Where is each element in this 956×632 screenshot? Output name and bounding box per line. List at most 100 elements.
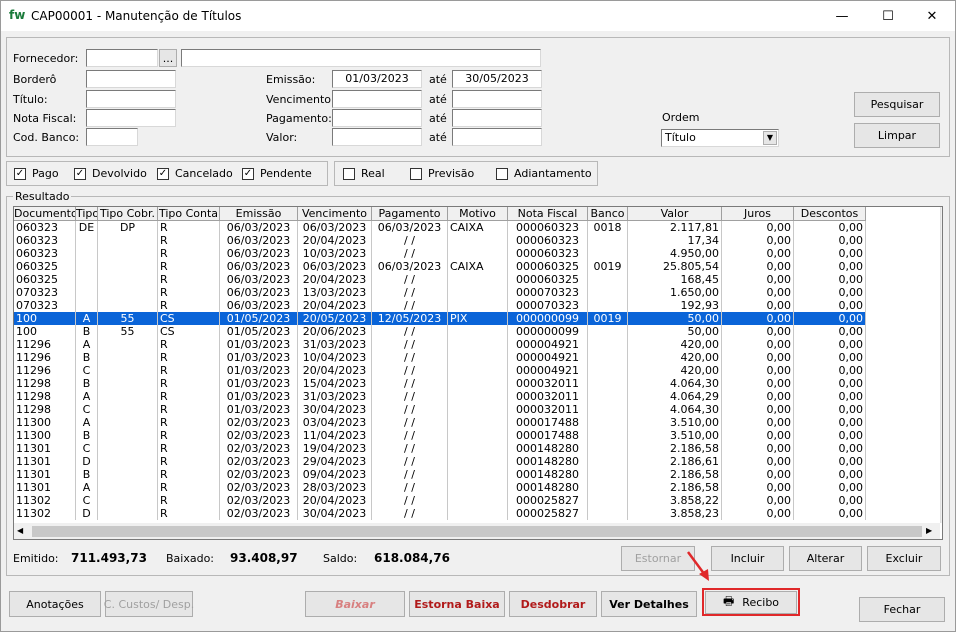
- column-header[interactable]: Motivo: [448, 207, 508, 221]
- valor-to-input[interactable]: [452, 128, 542, 146]
- check-cancelado[interactable]: ✓ Cancelado: [157, 167, 233, 180]
- table-cell: 11301: [14, 468, 76, 481]
- column-header[interactable]: Tipo Conta: [158, 207, 220, 221]
- bordero-input[interactable]: [86, 70, 176, 88]
- column-header[interactable]: Pagamento: [372, 207, 448, 221]
- table-row[interactable]: 11296 A R 01/03/2023 31/03/2023 / / 000004921…: [14, 338, 866, 351]
- fechar-button[interactable]: Fechar: [859, 597, 945, 622]
- table-row[interactable]: 070323 R 06/03/2023 20/04/2023 / / 000070323…: [14, 299, 866, 312]
- nota-fiscal-input[interactable]: [86, 109, 176, 127]
- table-cell: 3.858,23: [628, 507, 722, 520]
- table-cell: 0,00: [794, 390, 866, 403]
- incluir-button[interactable]: Incluir: [711, 546, 784, 571]
- hscroll-thumb[interactable]: [32, 526, 922, 537]
- vencimento-to-input[interactable]: [452, 90, 542, 108]
- table-cell: B: [76, 325, 98, 338]
- table-row[interactable]: 100 A 55 CS 01/05/2023 20/05/2023 12/05/2023 PI…: [14, 312, 866, 325]
- table-cell: [448, 494, 508, 507]
- pesquisar-button[interactable]: Pesquisar: [854, 92, 940, 117]
- check-devolvido[interactable]: ✓ Devolvido: [74, 167, 147, 180]
- pagamento-from-input[interactable]: [332, 109, 422, 127]
- table-cell: R: [158, 403, 220, 416]
- table-row[interactable]: 11298 C R 01/03/2023 30/04/2023 / / 000032011…: [14, 403, 866, 416]
- excluir-button[interactable]: Excluir: [867, 546, 941, 571]
- alterar-button[interactable]: Alterar: [789, 546, 862, 571]
- table-row[interactable]: 11301 B R 02/03/2023 09/04/2023 / / 000148280…: [14, 468, 866, 481]
- custos-button[interactable]: C. Custos/ Desp.: [104, 591, 194, 617]
- check-adiantamento[interactable]: Adiantamento: [496, 167, 592, 180]
- limpar-button[interactable]: Limpar: [854, 123, 940, 148]
- column-header[interactable]: Juros: [722, 207, 794, 221]
- estorna-baixa-button[interactable]: Estorna Baixa: [409, 591, 505, 617]
- check-pago[interactable]: ✓ Pago: [14, 167, 59, 180]
- table-row[interactable]: 11301 D R 02/03/2023 29/04/2023 / / 000148280…: [14, 455, 866, 468]
- column-header[interactable]: Banco: [588, 207, 628, 221]
- table-row[interactable]: 11301 A R 02/03/2023 28/03/2023 / / 000148280…: [14, 481, 866, 494]
- table-cell: / /: [372, 507, 448, 520]
- table-row[interactable]: 11300 B R 02/03/2023 11/04/2023 / / 000017488…: [14, 429, 866, 442]
- table-cell: [98, 377, 158, 390]
- table-cell: [448, 403, 508, 416]
- ver-detalhes-button[interactable]: Ver Detalhes: [601, 591, 697, 617]
- vertical-scrollbar[interactable]: ▲: [940, 207, 942, 523]
- table-row[interactable]: 11302 D R 02/03/2023 30/04/2023 / / 000025827…: [14, 507, 866, 520]
- column-header[interactable]: Documento: [14, 207, 76, 221]
- vencimento-from-input[interactable]: [332, 90, 422, 108]
- column-header[interactable]: Valor: [628, 207, 722, 221]
- estornar-button[interactable]: Estornar: [621, 546, 695, 571]
- column-header[interactable]: Descontos: [794, 207, 866, 221]
- table-row[interactable]: 11298 A R 01/03/2023 31/03/2023 / / 000032011…: [14, 390, 866, 403]
- table-cell: 11298: [14, 403, 76, 416]
- table-cell: 060323: [14, 247, 76, 260]
- table-row[interactable]: 11301 C R 02/03/2023 19/04/2023 / / 000148280…: [14, 442, 866, 455]
- table-cell: 000060325: [508, 273, 588, 286]
- fornecedor-code-input[interactable]: [86, 49, 158, 67]
- close-button[interactable]: ✕: [909, 1, 955, 31]
- check-previsao[interactable]: Previsão: [410, 167, 474, 180]
- fornecedor-name-input[interactable]: [181, 49, 541, 67]
- emissao-from-input[interactable]: 01/03/2023: [332, 70, 422, 88]
- pagamento-to-input[interactable]: [452, 109, 542, 127]
- table-row[interactable]: 070323 R 06/03/2023 13/03/2023 / / 000070323…: [14, 286, 866, 299]
- table-cell: 4.950,00: [628, 247, 722, 260]
- emissao-to-input[interactable]: 30/05/2023: [452, 70, 542, 88]
- table-cell: / /: [372, 494, 448, 507]
- ordem-select[interactable]: Título ▼: [661, 129, 779, 147]
- column-header[interactable]: Tipo: [76, 207, 98, 221]
- table-row[interactable]: 060323 R 06/03/2023 10/03/2023 / / 000060323…: [14, 247, 866, 260]
- table-row[interactable]: 11296 B R 01/03/2023 10/04/2023 / / 000004921…: [14, 351, 866, 364]
- column-header[interactable]: Tipo Cobr.: [98, 207, 158, 221]
- table-row[interactable]: 060325 R 06/03/2023 06/03/2023 06/03/2023 CAI…: [14, 260, 866, 273]
- column-header[interactable]: Vencimento: [298, 207, 372, 221]
- minimize-button[interactable]: —: [819, 1, 865, 31]
- scroll-left-icon[interactable]: ◀: [17, 526, 23, 535]
- results-grid[interactable]: Documento Tipo Tipo Cobr. Tipo Conta Emissão…: [13, 206, 943, 540]
- table-row[interactable]: 060323 DE DP R 06/03/2023 06/03/2023 06/03/202…: [14, 221, 866, 234]
- horizontal-scrollbar[interactable]: ◀ ▶ ▼: [14, 523, 940, 539]
- table-row[interactable]: 11296 C R 01/03/2023 20/04/2023 / / 000004921…: [14, 364, 866, 377]
- table-row[interactable]: 060325 R 06/03/2023 20/04/2023 / / 000060325…: [14, 273, 866, 286]
- cod-banco-input[interactable]: [86, 128, 138, 146]
- scroll-right-icon[interactable]: ▶: [926, 526, 932, 535]
- table-row[interactable]: 11300 A R 02/03/2023 03/04/2023 / / 000017488…: [14, 416, 866, 429]
- emitido-label: Emitido:: [13, 552, 59, 565]
- desdobrar-button[interactable]: Desdobrar: [509, 591, 597, 617]
- maximize-button[interactable]: ☐: [865, 1, 911, 31]
- valor-from-input[interactable]: [332, 128, 422, 146]
- column-header[interactable]: Emissão: [220, 207, 298, 221]
- baixar-button[interactable]: Baixar: [305, 591, 405, 617]
- fornecedor-lookup-button[interactable]: ...: [159, 49, 177, 67]
- table-cell: 000000099: [508, 325, 588, 338]
- table-cell: [98, 390, 158, 403]
- column-header[interactable]: Nota Fiscal: [508, 207, 588, 221]
- table-row[interactable]: 11298 B R 01/03/2023 15/04/2023 / / 000032011…: [14, 377, 866, 390]
- check-real[interactable]: Real: [343, 167, 385, 180]
- titulo-input[interactable]: [86, 90, 176, 108]
- anotacoes-button[interactable]: Anotações: [9, 591, 101, 617]
- table-row[interactable]: 100 B 55 CS 01/05/2023 20/06/2023 / / 00000009…: [14, 325, 866, 338]
- table-row[interactable]: 060323 R 06/03/2023 20/04/2023 / / 000060323…: [14, 234, 866, 247]
- table-row[interactable]: 11302 C R 02/03/2023 20/04/2023 / / 000025827…: [14, 494, 866, 507]
- table-cell: 0,00: [722, 286, 794, 299]
- check-pendente[interactable]: ✓ Pendente: [242, 167, 312, 180]
- check-label: Pendente: [260, 167, 312, 180]
